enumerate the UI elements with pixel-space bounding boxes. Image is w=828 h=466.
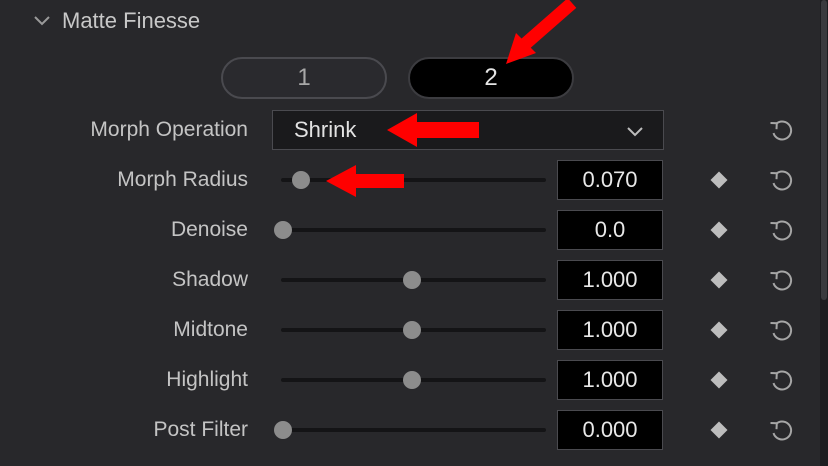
denoise-slider[interactable]: [274, 210, 546, 250]
slider-thumb[interactable]: [274, 421, 292, 439]
keyframe-diamond-icon[interactable]: [710, 321, 728, 339]
reset-icon[interactable]: [767, 115, 797, 145]
midtone-row: Midtone 1.000: [0, 310, 820, 350]
slider-label: Midtone: [173, 318, 248, 341]
post-filter-slider[interactable]: [274, 410, 546, 450]
reset-icon[interactable]: [767, 165, 797, 195]
shadow-slider[interactable]: [281, 260, 546, 300]
reset-icon[interactable]: [767, 365, 797, 395]
slider-label: Shadow: [172, 268, 248, 291]
shadow-value[interactable]: 1.000: [557, 260, 663, 300]
slider-track: [281, 428, 546, 432]
matte-finesse-header[interactable]: Matte Finesse: [30, 4, 200, 38]
keyframe-diamond-icon[interactable]: [710, 421, 728, 439]
keyframe-diamond-icon[interactable]: [710, 371, 728, 389]
slider-label: Denoise: [170, 218, 248, 241]
post-filter-row: Post Filter 0.000: [0, 410, 820, 450]
red-arrow-icon: [387, 113, 479, 147]
slider-thumb[interactable]: [403, 321, 421, 339]
slider-label: Post Filter: [153, 418, 248, 441]
morph-radius-value[interactable]: 0.070: [557, 160, 663, 200]
dropdown-value: Shrink: [294, 117, 357, 142]
reset-icon[interactable]: [767, 415, 797, 445]
reset-icon[interactable]: [767, 215, 797, 245]
keyframe-diamond-icon[interactable]: [710, 271, 728, 289]
red-arrow-icon: [506, 0, 577, 64]
slider-thumb[interactable]: [403, 271, 421, 289]
slider-thumb[interactable]: [292, 171, 311, 189]
morph-operation-label: Morph Operation: [90, 118, 248, 141]
keyframe-diamond-icon[interactable]: [710, 221, 728, 239]
slider-thumb[interactable]: [403, 371, 421, 389]
reset-icon[interactable]: [767, 265, 797, 295]
chevron-down-icon: [627, 127, 643, 137]
reset-icon[interactable]: [767, 315, 797, 345]
scrollbar[interactable]: [820, 0, 828, 466]
highlight-slider[interactable]: [281, 360, 546, 400]
midtone-slider[interactable]: [281, 310, 546, 350]
section-title: Matte Finesse: [62, 8, 201, 33]
highlight-value[interactable]: 1.000: [557, 360, 663, 400]
red-arrow-icon: [326, 165, 404, 197]
shadow-row: Shadow 1.000: [0, 260, 820, 300]
slider-label: Morph Radius: [117, 168, 248, 191]
slider-label: Highlight: [166, 368, 248, 391]
morph-radius-row: Morph Radius 0.070: [0, 160, 820, 200]
highlight-row: Highlight 1.000: [0, 360, 820, 400]
denoise-value[interactable]: 0.0: [557, 210, 663, 250]
toggle-option-1[interactable]: 1: [221, 57, 387, 99]
chevron-down-icon: [34, 16, 50, 26]
slider-track: [281, 228, 546, 232]
midtone-value[interactable]: 1.000: [557, 310, 663, 350]
post-filter-value[interactable]: 0.000: [557, 410, 663, 450]
slider-thumb[interactable]: [274, 221, 292, 239]
keyframe-diamond-icon[interactable]: [710, 171, 728, 189]
scrollbar-thumb[interactable]: [821, 0, 827, 300]
denoise-row: Denoise 0.0: [0, 210, 820, 250]
